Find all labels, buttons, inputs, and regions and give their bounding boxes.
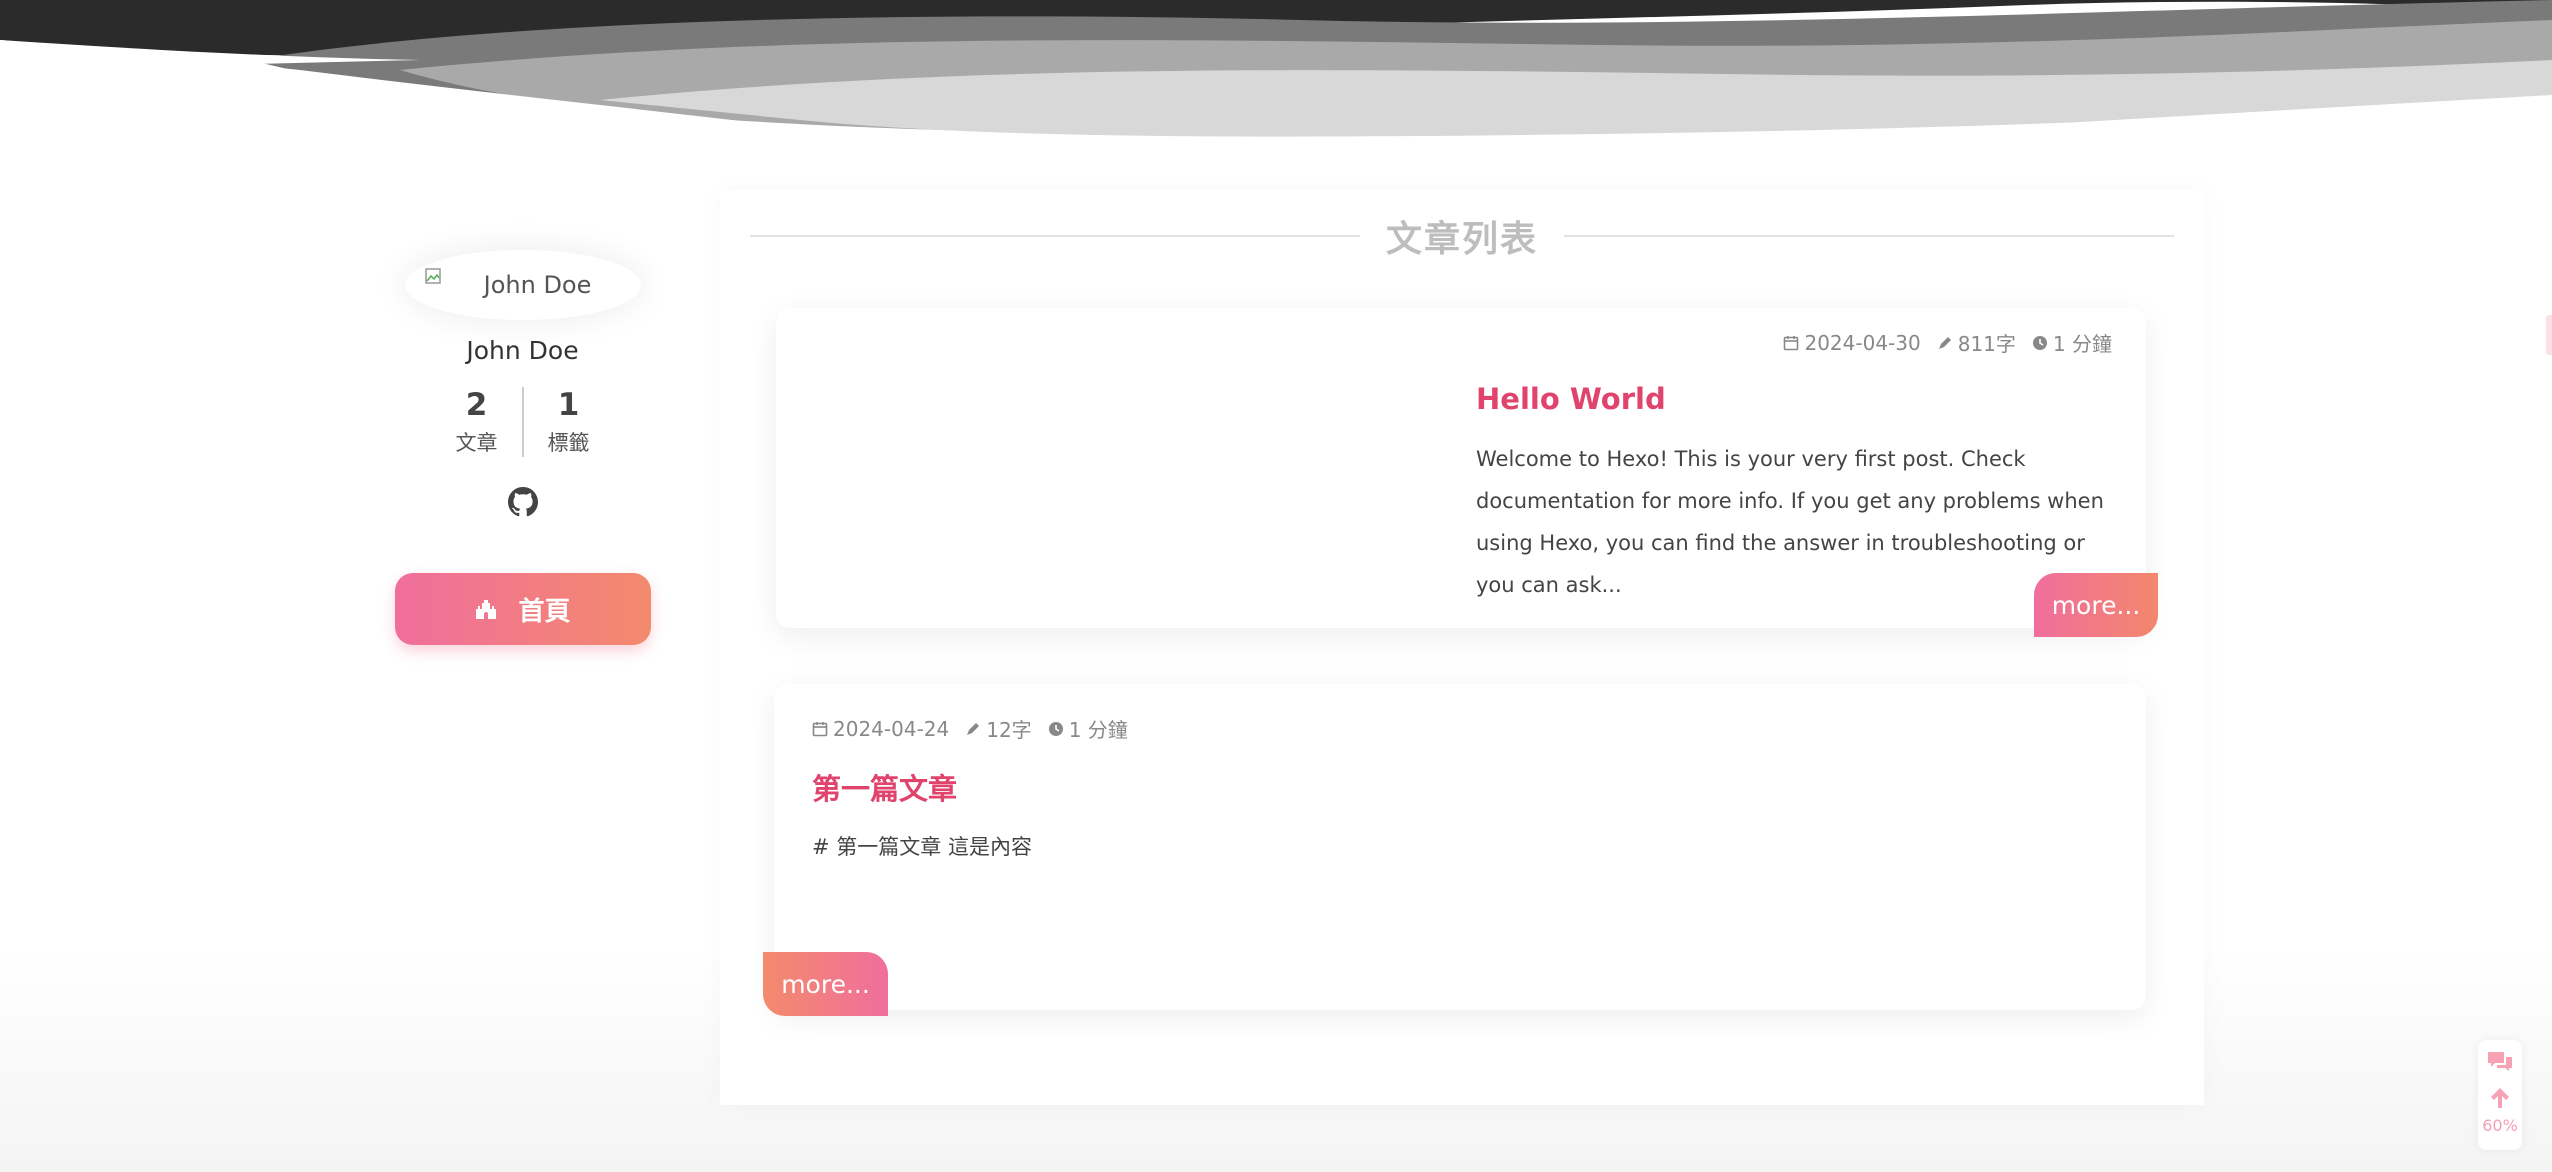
comments-icon[interactable] (2486, 1050, 2514, 1074)
avatar-alt-text: John Doe (483, 271, 592, 299)
title-divider-left (750, 235, 1360, 237)
post-wordcount: 811字 (1937, 328, 2016, 357)
post-readtime: 1 分鐘 (1048, 714, 1128, 743)
post-card[interactable]: 2024-04-24 12字 1 分鐘 第一篇文章 # 第一篇文章 這是內容 m… (763, 684, 2146, 1016)
post-wordcount: 12字 (965, 714, 1032, 743)
main-content: 文章列表 2024-04-30 811字 1 分鐘 Hello World We… (720, 190, 2204, 1105)
stat-articles[interactable]: 2 文章 (434, 387, 520, 457)
post-meta: 2024-04-30 811字 1 分鐘 (1783, 328, 2112, 357)
avatar[interactable]: John Doe (404, 250, 641, 320)
home-button[interactable]: 首頁 (394, 573, 651, 645)
rightside-toolbar: 60% (2478, 1040, 2522, 1150)
post-card[interactable]: 2024-04-30 811字 1 分鐘 Hello World Welcome… (776, 308, 2158, 637)
home-button-label: 首頁 (518, 596, 571, 627)
header-wave-banner (0, 0, 2552, 170)
broken-image-icon (424, 268, 441, 284)
post-title-link[interactable]: 第一篇文章 (812, 766, 957, 808)
post-readtime: 1 分鐘 (2032, 328, 2112, 357)
stat-divider (521, 387, 524, 457)
post-date: 2024-04-30 (1783, 330, 1921, 355)
site-stats: 2 文章 1 標籤 (390, 387, 655, 457)
arrow-up-icon[interactable] (2489, 1086, 2511, 1110)
scroll-percent: 60% (2482, 1116, 2518, 1135)
post-date: 2024-04-24 (812, 717, 949, 741)
clock-icon (2032, 335, 2047, 350)
pen-icon (1938, 336, 1951, 349)
post-date-text: 2024-04-24 (833, 716, 950, 741)
post-wordcount-text: 811字 (1957, 332, 2016, 356)
read-more-button[interactable]: more... (763, 952, 888, 1016)
section-title-text: 文章列表 (1386, 218, 1539, 260)
post-readtime-text: 1 分鐘 (2052, 332, 2112, 356)
post-title-link[interactable]: Hello World (1476, 382, 1666, 416)
post-excerpt: Welcome to Hexo! This is your very first… (1476, 447, 2104, 597)
edge-accent (2546, 315, 2552, 355)
post-readtime-text: 1 分鐘 (1068, 718, 1128, 742)
page: John Doe John Doe 2 文章 1 標籤 首頁 文章列表 2024… (0, 0, 2552, 1172)
stat-tags[interactable]: 1 標籤 (526, 387, 612, 457)
post-excerpt: # 第一篇文章 這是內容 (812, 835, 1032, 859)
post-meta: 2024-04-24 12字 1 分鐘 (812, 714, 1128, 743)
calendar-icon (1784, 335, 1799, 350)
section-title: 文章列表 (750, 210, 2175, 262)
sidebar: John Doe John Doe 2 文章 1 標籤 首頁 (390, 250, 655, 645)
read-more-button[interactable]: more... (2034, 573, 2158, 637)
stat-label: 標籤 (547, 431, 590, 455)
post-wordcount-text: 12字 (986, 718, 1032, 742)
clock-icon (1048, 721, 1063, 736)
stat-label: 文章 (455, 431, 498, 455)
post-date-text: 2024-04-30 (1804, 330, 1921, 355)
title-divider-right (1564, 235, 2175, 237)
pen-icon (967, 722, 980, 735)
github-icon[interactable] (507, 487, 538, 517)
stat-count: 2 (465, 387, 488, 423)
castle-icon (476, 600, 497, 619)
stat-count: 1 (557, 387, 580, 423)
author-name: John Doe (466, 336, 579, 365)
calendar-icon (812, 721, 828, 736)
